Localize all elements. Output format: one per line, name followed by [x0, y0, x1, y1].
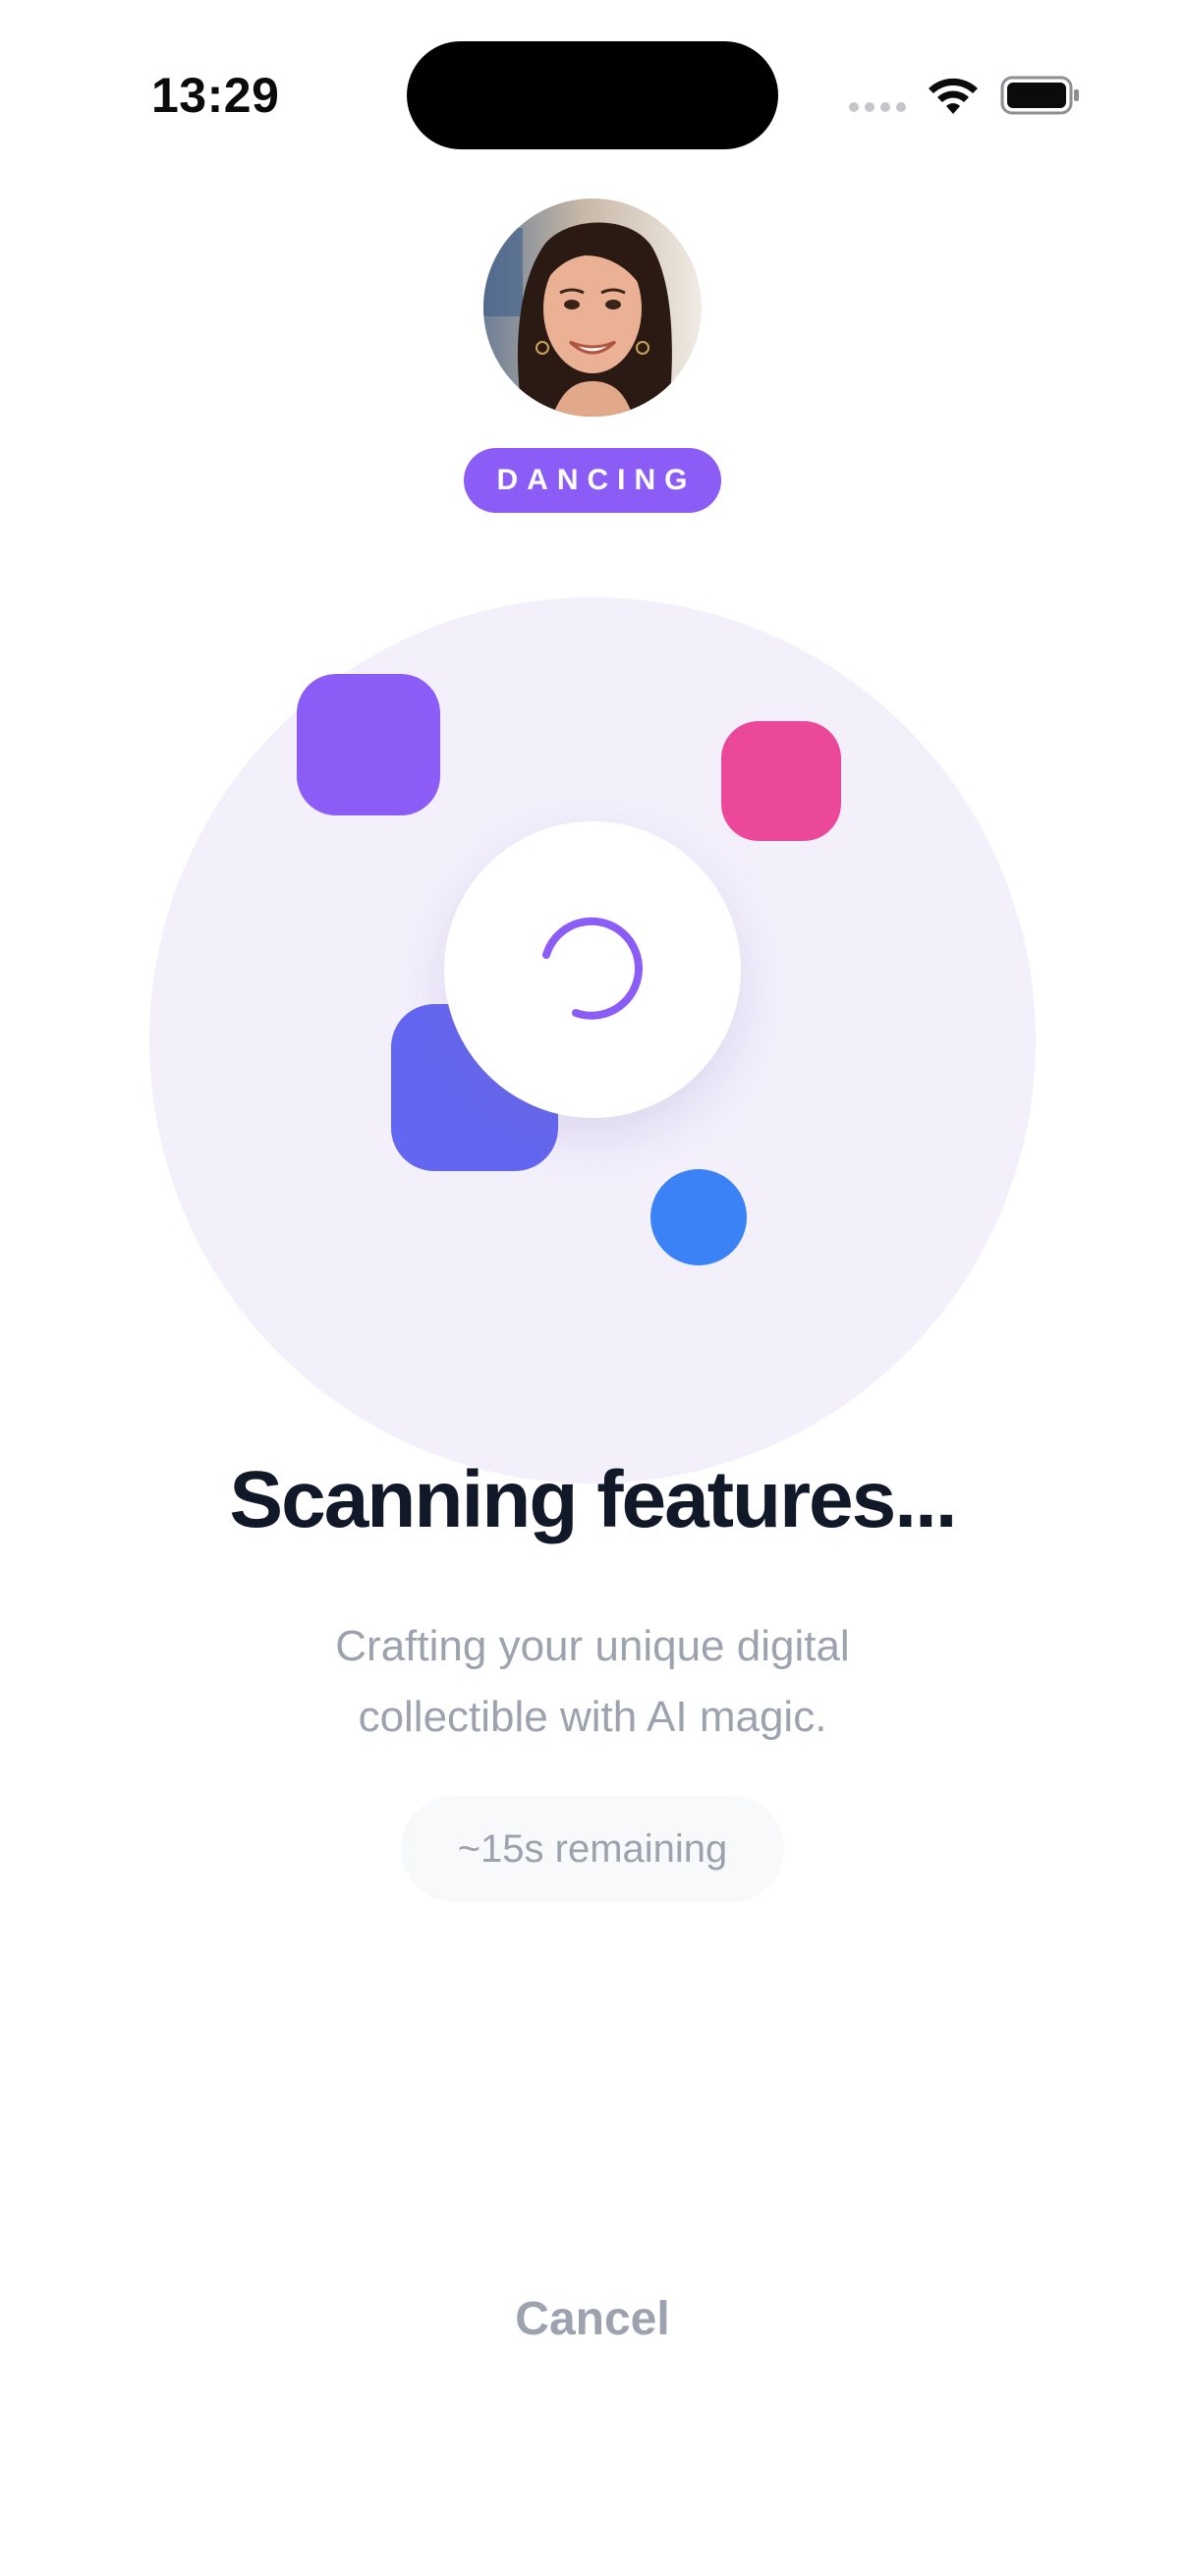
blue-dot-shape — [650, 1169, 747, 1265]
battery-icon — [1000, 76, 1079, 115]
status-time: 13:29 — [151, 68, 280, 123]
page-title: Scanning features... — [229, 1455, 957, 1544]
time-remaining-badge: ~15s remaining — [401, 1796, 784, 1902]
avatar — [483, 198, 702, 417]
wifi-icon — [929, 78, 978, 114]
subtitle-line-1: Crafting your unique digital — [335, 1622, 850, 1670]
purple-tile-shape — [297, 674, 440, 815]
cancel-button[interactable]: Cancel — [445, 2279, 740, 2358]
subtitle: Crafting your unique digital collectible… — [249, 1611, 936, 1753]
signal-dots-icon — [849, 102, 908, 116]
loading-spinner-icon — [542, 917, 643, 1020]
dynamic-island — [407, 41, 778, 149]
style-badge: DANCING — [464, 448, 721, 513]
subtitle-line-2: collectible with AI magic. — [358, 1693, 827, 1741]
pink-tile-shape — [721, 721, 841, 841]
